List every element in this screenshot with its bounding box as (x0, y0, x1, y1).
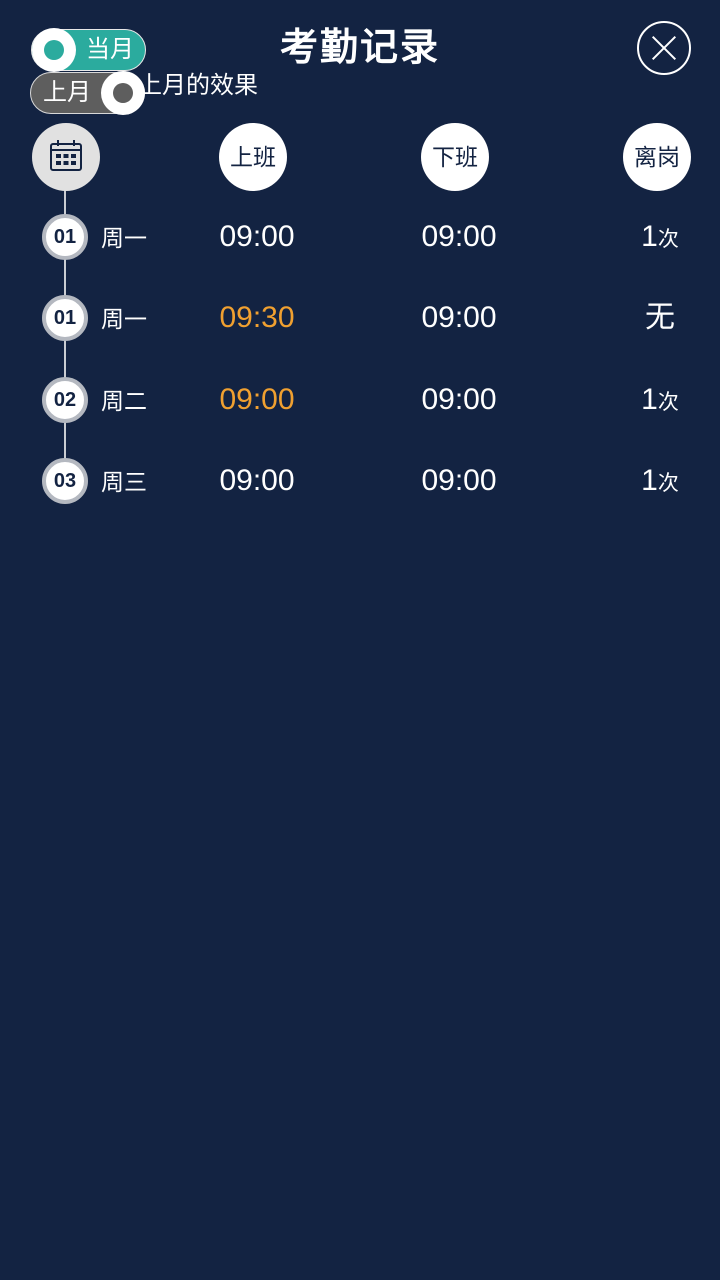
clock-in-time: 09:00 (219, 220, 295, 253)
day-badge: 01 (42, 295, 88, 341)
leave-count: 1次 (600, 214, 720, 265)
day-badge: 03 (42, 458, 88, 504)
clock-in-time: 09:30 (219, 301, 295, 334)
record-row: 02 周二 09:00 09:00 1次 (0, 377, 720, 425)
weekday-label: 周二 (101, 388, 147, 414)
leave-number: 1 (641, 464, 658, 497)
current-month-label: 当月 (86, 36, 134, 63)
leave-number: 1 (641, 383, 658, 416)
record-row: 01 周一 09:30 09:00 无 (0, 295, 720, 343)
clock-out-time: 09:00 (421, 220, 497, 253)
weekday-label: 周一 (101, 225, 147, 251)
clock-out-time: 09:00 (421, 383, 497, 416)
leave-count: 无 (600, 295, 720, 346)
current-month-toggle[interactable]: 当月 (31, 28, 146, 72)
calendar-button[interactable] (32, 123, 100, 191)
column-header-clock-out: 下班 (421, 123, 489, 191)
clock-in-time: 09:00 (219, 383, 295, 416)
toggle-knob[interactable] (32, 28, 76, 72)
day-badge: 01 (42, 214, 88, 260)
toggle-caption: 上月的效果 (138, 72, 258, 99)
column-header-clock-in: 上班 (219, 123, 287, 191)
clock-out-time: 09:00 (421, 301, 497, 334)
leave-unit: 次 (657, 472, 679, 495)
leave-unit: 次 (657, 391, 679, 414)
clock-out-time: 09:00 (421, 464, 497, 497)
column-header-leave: 离岗 (623, 123, 691, 191)
last-month-label: 上月 (43, 79, 91, 106)
weekday-label: 周三 (101, 469, 147, 495)
leave-count: 1次 (600, 377, 720, 428)
weekday-label: 周一 (101, 306, 147, 332)
leave-unit: 次 (657, 228, 679, 251)
day-badge: 02 (42, 377, 88, 423)
leave-number: 1 (641, 220, 658, 253)
leave-none: 无 (645, 301, 675, 334)
calendar-icon (50, 140, 82, 171)
clock-in-time: 09:00 (219, 464, 295, 497)
record-row: 01 周一 09:00 09:00 1次 (0, 214, 720, 262)
last-month-toggle[interactable]: 上月 (30, 71, 145, 115)
close-button[interactable] (637, 21, 691, 75)
record-row: 03 周三 09:00 09:00 1次 (0, 458, 720, 506)
leave-count: 1次 (600, 458, 720, 509)
